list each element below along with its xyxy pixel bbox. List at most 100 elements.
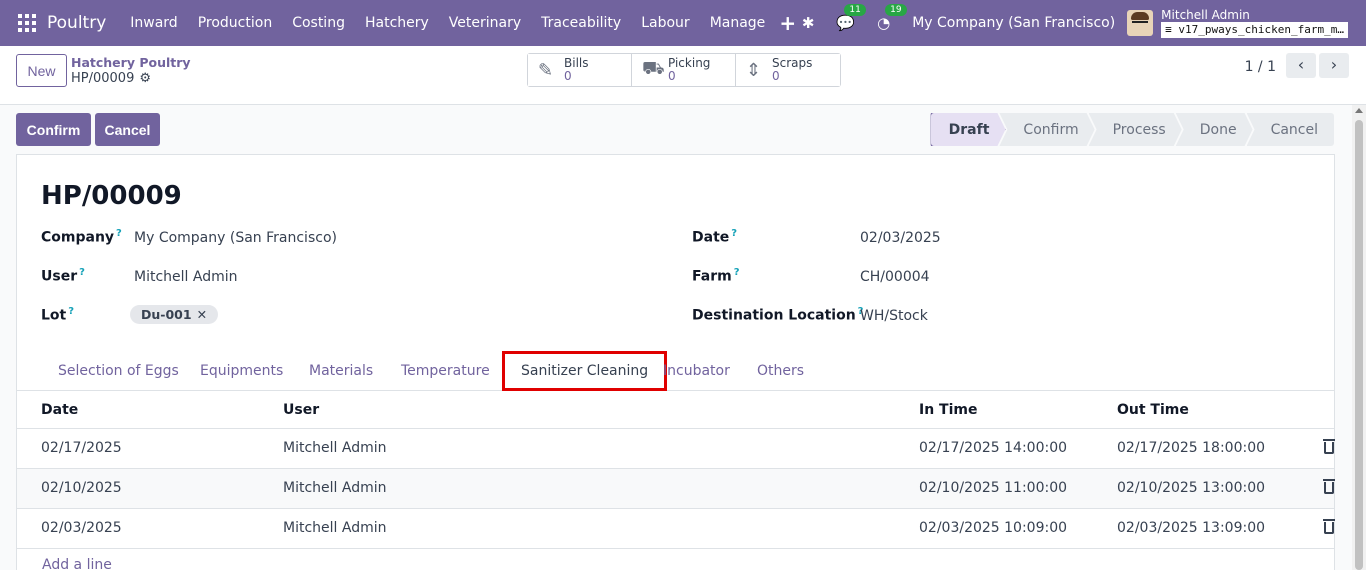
destination-field[interactable]: WH/Stock [860, 308, 928, 324]
add-line-link[interactable]: Add a line [42, 557, 112, 570]
column-header-out-time[interactable]: Out Time [1117, 402, 1189, 418]
tab-materials[interactable]: Materials [293, 351, 389, 391]
tab-equipments[interactable]: Equipments [184, 351, 299, 391]
column-header-date[interactable]: Date [41, 402, 78, 418]
cell-user: Mitchell Admin [283, 520, 387, 536]
date-label: Date? [692, 228, 738, 246]
smart-value: 0 [668, 69, 676, 83]
plus-icon[interactable]: + [779, 11, 796, 35]
help-icon[interactable]: ? [68, 306, 74, 317]
tab-others[interactable]: Others [741, 351, 820, 391]
cell-date: 02/10/2025 [41, 480, 122, 496]
pager-value[interactable]: 1 / 1 [1245, 59, 1276, 75]
apps-menu-icon[interactable] [18, 14, 36, 32]
smart-button-scraps[interactable]: ⇕ Scraps 0 [736, 54, 840, 86]
chevron-right-icon[interactable]: › [1319, 53, 1349, 78]
smart-button-bills[interactable]: ✎ Bills 0 [528, 54, 632, 86]
status-done[interactable]: Done [1176, 113, 1253, 146]
control-panel: New Hatchery Poultry HP/00009 ⚙ ✎ Bills 0 … [0, 46, 1366, 105]
tab-selection-of-eggs[interactable]: Selection of Eggs [42, 351, 195, 391]
bug-icon[interactable]: ✱ [802, 14, 815, 32]
app-brand[interactable]: Poultry [47, 13, 106, 33]
breadcrumb-parent[interactable]: Hatchery Poultry [71, 55, 191, 70]
table-row[interactable]: 02/10/2025 Mitchell Admin 02/10/2025 11:… [17, 469, 1335, 509]
menu-production[interactable]: Production [188, 15, 282, 31]
cell-out-time: 02/17/2025 18:00:00 [1117, 440, 1266, 456]
tab-sanitizer-cleaning[interactable]: Sanitizer Cleaning [502, 351, 668, 391]
help-icon[interactable]: ? [79, 267, 85, 278]
chevron-left-icon[interactable]: ‹ [1286, 53, 1316, 78]
user-menu[interactable]: Mitchell Admin ≡ v17_pways_chicken_farm_… [1161, 8, 1348, 38]
form-sheet: HP/00009 Company? My Company (San Franci… [16, 154, 1335, 570]
confirm-button[interactable]: Confirm [16, 113, 91, 146]
lot-tag-text: Du-001 [141, 307, 192, 322]
table-header: Date User In Time Out Time [17, 391, 1334, 429]
cancel-button[interactable]: Cancel [95, 113, 160, 146]
cell-date: 02/03/2025 [41, 520, 122, 536]
gear-icon[interactable]: ⚙ [139, 71, 151, 86]
trash-icon[interactable] [1323, 519, 1335, 534]
company-label: Company? [41, 228, 122, 246]
arrows-updown-icon: ⇕ [746, 59, 762, 81]
cell-user: Mitchell Admin [283, 440, 387, 456]
tab-temperature[interactable]: Temperature [385, 351, 506, 391]
menu-traceability[interactable]: Traceability [531, 15, 631, 31]
farm-field[interactable]: CH/00004 [860, 269, 930, 285]
smart-value: 0 [564, 69, 572, 83]
column-header-in-time[interactable]: In Time [919, 402, 977, 418]
table-row[interactable]: 02/17/2025 Mitchell Admin 02/17/2025 14:… [17, 429, 1335, 469]
database-icon: ≡ [1165, 23, 1172, 36]
smart-button-picking[interactable]: ⛟ Picking 0 [632, 54, 736, 86]
menu-labour[interactable]: Labour [631, 15, 699, 31]
help-icon[interactable]: ? [731, 228, 737, 239]
smart-value: 0 [772, 69, 780, 83]
truck-icon: ⛟ [642, 58, 665, 79]
cell-date: 02/17/2025 [41, 440, 122, 456]
trash-icon[interactable] [1323, 439, 1335, 454]
database-name-text: v17_pways_chicken_farm_m… [1178, 23, 1344, 36]
destination-label: Destination Location? [692, 306, 864, 324]
menu-costing[interactable]: Costing [282, 15, 355, 31]
user-field[interactable]: Mitchell Admin [134, 269, 238, 285]
messages-badge: 11 [844, 4, 866, 16]
notebook-tabs: Selection of Eggs Equipments Materials T… [17, 351, 1334, 391]
breadcrumb-current: HP/00009 ⚙ [71, 71, 151, 86]
close-icon[interactable]: ✕ [197, 307, 207, 322]
edit-icon: ✎ [538, 59, 554, 81]
scrollbar-thumb[interactable] [1355, 120, 1363, 570]
company-switcher[interactable]: My Company (San Francisco) [912, 15, 1115, 31]
menu-inward[interactable]: Inward [120, 15, 187, 31]
cell-user: Mitchell Admin [283, 480, 387, 496]
status-process[interactable]: Process [1089, 113, 1182, 146]
company-field[interactable]: My Company (San Francisco) [134, 230, 337, 246]
menu-manage[interactable]: Manage [700, 15, 776, 31]
scroll-up-arrow-icon[interactable] [1355, 108, 1363, 113]
help-icon[interactable]: ? [116, 228, 122, 239]
activity-clock-icon[interactable]: ◔ 19 [877, 4, 907, 32]
table-row[interactable]: 02/03/2025 Mitchell Admin 02/03/2025 10:… [17, 509, 1335, 549]
new-button[interactable]: New [16, 54, 67, 87]
user-avatar[interactable] [1127, 10, 1154, 36]
user-name: Mitchell Admin [1161, 8, 1250, 22]
status-confirm[interactable]: Confirm [999, 113, 1094, 146]
messages-icon[interactable]: 💬 11 [836, 4, 866, 32]
breadcrumb-current-text: HP/00009 [71, 71, 135, 86]
menu-veterinary[interactable]: Veterinary [439, 15, 531, 31]
database-name: ≡ v17_pways_chicken_farm_m… [1161, 22, 1348, 38]
page-scrollbar[interactable] [1352, 105, 1366, 570]
tab-incubator[interactable]: Incubator [647, 351, 746, 391]
status-bar: Draft Confirm Process Done Cancel [931, 113, 1334, 146]
menu-hatchery[interactable]: Hatchery [355, 15, 439, 31]
date-field[interactable]: 02/03/2025 [860, 230, 941, 246]
status-draft[interactable]: Draft [931, 113, 1006, 146]
lot-label: Lot? [41, 306, 75, 324]
lot-tag[interactable]: Du-001 ✕ [130, 305, 219, 324]
top-navbar: Poultry Inward Production Costing Hatche… [0, 0, 1366, 46]
status-cancel[interactable]: Cancel [1246, 113, 1334, 146]
cell-out-time: 02/03/2025 13:09:00 [1117, 520, 1266, 536]
trash-icon[interactable] [1323, 479, 1335, 494]
cell-in-time: 02/17/2025 14:00:00 [919, 440, 1068, 456]
column-header-user[interactable]: User [283, 402, 319, 418]
cell-in-time: 02/10/2025 11:00:00 [919, 480, 1068, 496]
help-icon[interactable]: ? [734, 267, 740, 278]
